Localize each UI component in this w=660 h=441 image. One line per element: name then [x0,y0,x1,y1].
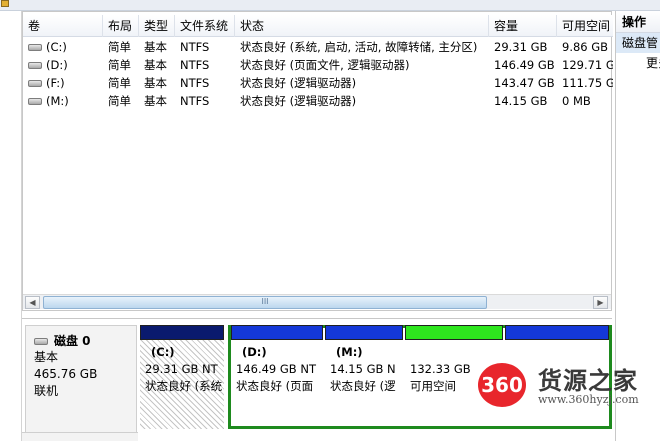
partition-m[interactable]: (M:) 14.15 GB N 状态良好 (逻 [325,325,403,429]
type-cell: 基本 [144,76,167,90]
partition-color-bar [405,325,503,340]
partition-status: 状态良好 (系统 [145,379,223,393]
partition-label: (D:) [242,345,267,359]
volume-cell: (D:) [23,56,103,74]
disk-name: 磁盘 0 [54,334,91,348]
drive-icon [28,44,42,51]
filesystem-cell: NTFS [180,94,210,108]
partition-d[interactable]: (D:) 146.49 GB NT 状态良好 (页面 [231,325,323,429]
free-space-cell: 0 MB [562,94,591,108]
layout-cell: 简单 [108,94,131,108]
watermark-url: www.360hyzj.com [538,393,639,406]
layout-cell: 简单 [108,40,131,54]
type-cell: 基本 [144,40,167,54]
disk-management-window: 卷 布局 类型 文件系统 状态 容量 可用空间 (C:) 简单 基本 NTFS … [0,0,660,441]
partition-color-bar [140,325,224,340]
disk-state: 联机 [34,384,59,398]
column-header-status[interactable]: 状态 [235,15,489,37]
status-cell: 状态良好 (系统, 启动, 活动, 故障转储, 主分区) [240,40,478,54]
actions-title: 操作 [616,11,660,33]
window-top-strip [0,0,660,11]
partition-label: (M:) [336,345,363,359]
partition-size: 14.15 GB N [330,362,396,376]
scroll-left-arrow-icon[interactable]: ◀ [25,296,40,309]
partition-body: (C:) 29.31 GB NT 状态良好 (系统 [140,340,224,429]
table-row[interactable]: (D:) 简单 基本 NTFS 状态良好 (页面文件, 逻辑驱动器) 146.4… [23,56,613,74]
next-disk-label-strip [22,432,138,441]
partition-color-bar [505,325,609,340]
partition-color-bar [231,325,323,340]
partition-size: 146.49 GB NT [236,362,316,376]
column-header-type[interactable]: 类型 [139,15,175,37]
window-icon [1,0,9,7]
type-cell: 基本 [144,94,167,108]
column-header-layout[interactable]: 布局 [103,15,139,37]
status-cell: 状态良好 (逻辑驱动器) [240,76,357,90]
column-header-filesystem[interactable]: 文件系统 [175,15,235,37]
volume-cell: (M:) [23,92,103,110]
volume-cell: (F:) [23,74,103,92]
drive-icon [28,62,42,69]
drive-icon [28,80,42,87]
disk-0-label[interactable]: 磁盘 0 基本 465.76 GB 联机 [25,325,137,435]
column-header-free-space[interactable]: 可用空间 [557,15,613,37]
disk-icon [34,338,48,345]
volume-list: 卷 布局 类型 文件系统 状态 容量 可用空间 (C:) 简单 基本 NTFS … [22,11,613,311]
disk-type: 基本 [34,350,59,364]
partition-size: 29.31 GB NT [145,362,218,376]
capacity-cell: 143.47 GB [494,76,555,90]
column-header-capacity[interactable]: 容量 [489,15,557,37]
volume-name: (F:) [46,76,65,90]
scroll-right-arrow-icon[interactable]: ▶ [593,296,608,309]
volume-name: (M:) [46,94,69,108]
free-space-cell: 9.86 GB [562,40,609,54]
table-row[interactable]: (C:) 简单 基本 NTFS 状态良好 (系统, 启动, 活动, 故障转储, … [23,38,613,56]
layout-cell: 简单 [108,76,131,90]
status-cell: 状态良好 (逻辑驱动器) [240,94,357,108]
type-cell: 基本 [144,58,167,72]
partition-label: (C:) [151,345,175,359]
left-tree-edge [0,11,22,441]
free-space-cell: 129.71 G [562,58,613,72]
horizontal-scrollbar[interactable]: ◀ III ▶ [23,294,611,309]
filesystem-cell: NTFS [180,40,210,54]
scrollbar-thumb[interactable]: III [43,296,487,309]
layout-cell: 简单 [108,58,131,72]
filesystem-cell: NTFS [180,58,210,72]
capacity-cell: 14.15 GB [494,94,548,108]
drive-icon [28,98,42,105]
volume-list-header: 卷 布局 类型 文件系统 状态 容量 可用空间 [23,15,613,37]
volume-name: (C:) [46,40,67,54]
actions-item-disk-management[interactable]: 磁盘管 [616,33,660,53]
partition-body: (D:) 146.49 GB NT 状态良好 (页面 [231,340,323,429]
capacity-cell: 146.49 GB [494,58,555,72]
status-cell: 状态良好 (页面文件, 逻辑驱动器) [240,58,410,72]
partition-color-bar [325,325,403,340]
volume-name: (D:) [46,58,68,72]
table-row[interactable]: (F:) 简单 基本 NTFS 状态良好 (逻辑驱动器) 143.47 GB 1… [23,74,613,92]
free-space-cell: 111.75 G [562,76,613,90]
watermark-text: 货源之家 [538,366,638,395]
partition-status: 状态良好 (页面 [236,379,314,393]
watermark: 360 货源之家 www.360hyzj.com [478,355,660,415]
partition-status: 状态良好 (逻 [330,379,396,393]
capacity-cell: 29.31 GB [494,40,548,54]
partition-c[interactable]: (C:) 29.31 GB NT 状态良好 (系统 [140,325,224,429]
table-row[interactable]: (M:) 简单 基本 NTFS 状态良好 (逻辑驱动器) 14.15 GB 0 … [23,92,613,110]
scroll-grip: III [261,297,269,306]
actions-item-more[interactable]: 更多 [616,53,660,73]
volume-cell: (C:) [23,38,103,56]
disk-size: 465.76 GB [34,367,98,381]
partition-body: (M:) 14.15 GB N 状态良好 (逻 [325,340,403,429]
watermark-360-logo-icon: 360 [478,363,526,407]
column-header-volume[interactable]: 卷 [23,15,103,37]
filesystem-cell: NTFS [180,76,210,90]
